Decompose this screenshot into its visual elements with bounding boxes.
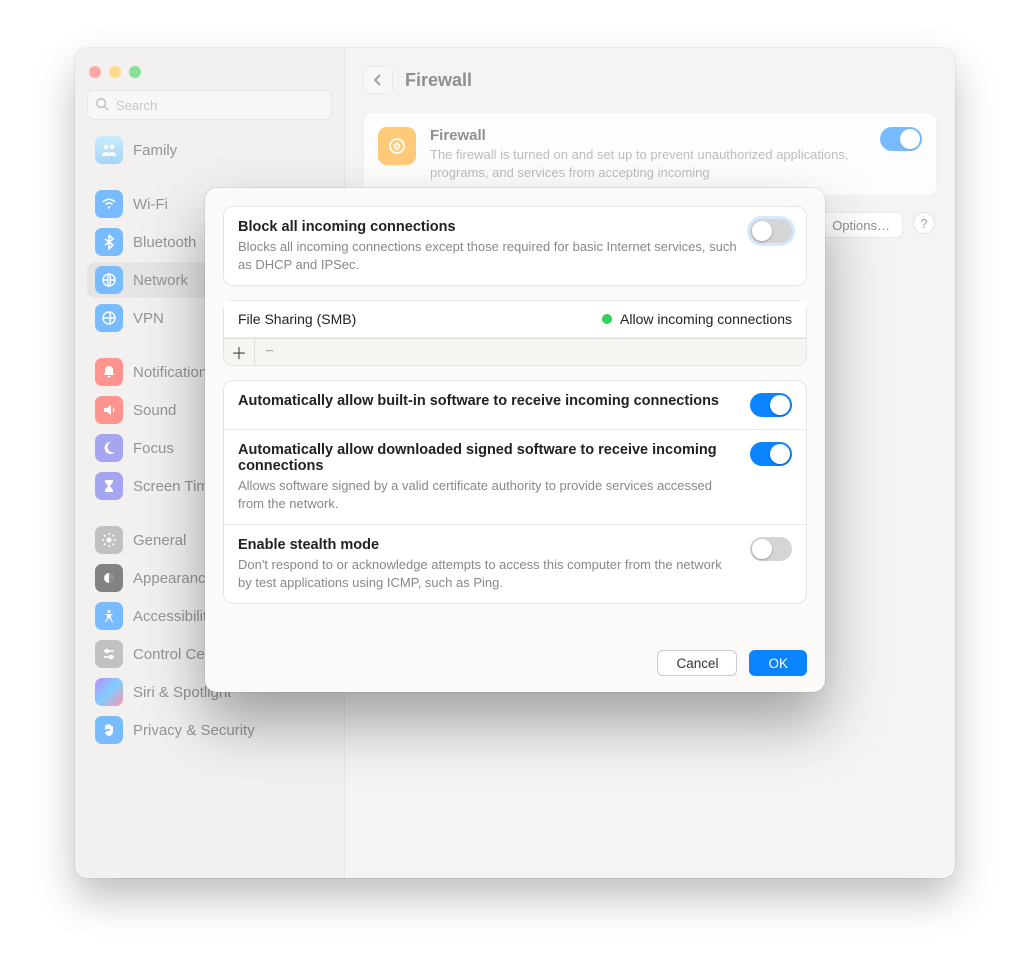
stealth-toggle[interactable] [750,537,792,561]
stealth-description: Don't respond to or acknowledge attempts… [238,556,738,591]
add-app-button[interactable]: ＋ [224,339,254,365]
cancel-button[interactable]: Cancel [657,650,737,676]
block-all-description: Blocks all incoming connections except t… [238,238,738,273]
table-footer: ＋ − [224,338,806,365]
stealth-title: Enable stealth mode [238,537,738,553]
app-status: Allow incoming connections [620,311,792,327]
auto-builtin-title: Automatically allow built-in software to… [238,393,738,409]
modal-actions: Cancel OK [205,640,825,676]
status-dot-icon [602,314,612,324]
remove-app-button[interactable]: − [254,339,284,365]
block-all-section: Block all incoming connections Blocks al… [223,206,807,286]
auto-signed-title: Automatically allow downloaded signed so… [238,442,738,474]
auto-builtin-toggle[interactable] [750,393,792,417]
ok-button[interactable]: OK [749,650,807,676]
block-all-title: Block all incoming connections [238,219,738,235]
table-row[interactable]: File Sharing (SMB) Allow incoming connec… [224,301,806,338]
block-all-toggle[interactable] [750,219,792,243]
auto-signed-description: Allows software signed by a valid certif… [238,477,738,512]
app-name: File Sharing (SMB) [238,311,356,327]
options-section: Automatically allow built-in software to… [223,380,807,604]
auto-signed-toggle[interactable] [750,442,792,466]
allowed-apps-table: File Sharing (SMB) Allow incoming connec… [223,300,807,366]
firewall-options-modal: Block all incoming connections Blocks al… [205,188,825,692]
